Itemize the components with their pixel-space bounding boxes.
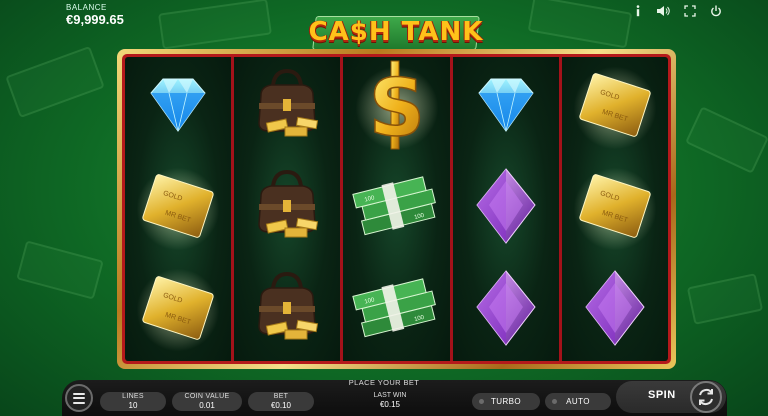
auto-label: AUTO [566,397,590,406]
balance-label: BALANCE [66,3,107,12]
money-bag-icon [239,261,335,359]
game-logo: CA$H TANK [306,12,486,52]
gold-card-icon: GOLD MR BET [130,160,226,258]
reel-3: S 100 100 100 100 [343,57,450,361]
reel-4 [452,57,559,361]
gem-purple-icon [567,261,663,359]
last-win-value: €0.15 [379,400,401,409]
bet-field[interactable]: BET €0.10 [248,392,314,411]
turbo-label: TURBO [491,397,521,406]
lines-field[interactable]: LINES 10 [100,392,166,411]
coin-value-label: COIN VALUE [184,393,230,400]
lines-value: 10 [128,401,138,410]
balance-value: €9,999.65 [66,12,124,27]
auto-button[interactable]: AUTO [545,393,611,410]
auto-indicator-icon [552,399,557,404]
bg-bill [16,240,104,300]
diamond-blue-icon [458,59,554,157]
bet-label: BET [273,393,289,400]
spin-label[interactable]: SPIN [648,389,676,401]
gem-purple-icon [458,160,554,258]
coin-value-value: 0.01 [199,401,215,410]
spin-icon [699,388,713,406]
bet-value: €0.10 [270,401,292,410]
gold-card-icon: GOLD MR BET [567,59,663,157]
fullscreen-icon[interactable] [682,3,698,19]
bg-bill [5,45,105,119]
reels-grid: GOLD MR BET GOLD MR BET S 100 100 100 10… [125,57,668,361]
money-bag-icon [239,160,335,258]
sound-icon[interactable] [655,3,671,19]
last-win-label: LAST WIN [373,392,407,399]
lines-label: LINES [122,393,144,400]
turbo-indicator-icon [479,399,484,404]
cash-stack-icon: 100 100 [349,160,445,258]
menu-button[interactable] [65,384,93,412]
reel-frame: GOLD MR BET GOLD MR BET S 100 100 100 10… [117,49,676,369]
info-icon[interactable] [630,3,646,19]
reel-1: GOLD MR BET GOLD MR BET [125,57,232,361]
logo-text: CA$H TANK [308,17,484,47]
coin-value-field[interactable]: COIN VALUE 0.01 [172,392,242,411]
gem-purple-icon [458,261,554,359]
reel-2 [234,57,341,361]
money-bag-icon [239,59,335,157]
bg-bill [685,106,768,174]
gold-card-icon: GOLD MR BET [130,261,226,359]
turbo-button[interactable]: TURBO [472,393,540,410]
cash-stack-icon: 100 100 [349,261,445,359]
diamond-blue-icon [130,59,226,157]
dollar-sign-icon: S [349,59,445,157]
spin-button[interactable] [690,381,722,413]
svg-text:S: S [368,64,424,153]
last-win: LAST WIN €0.15 [360,392,420,409]
bg-bill [686,273,764,325]
gold-card-icon: GOLD MR BET [567,160,663,258]
reel-5: GOLD MR BET GOLD MR BET [561,57,668,361]
power-icon[interactable] [708,3,724,19]
